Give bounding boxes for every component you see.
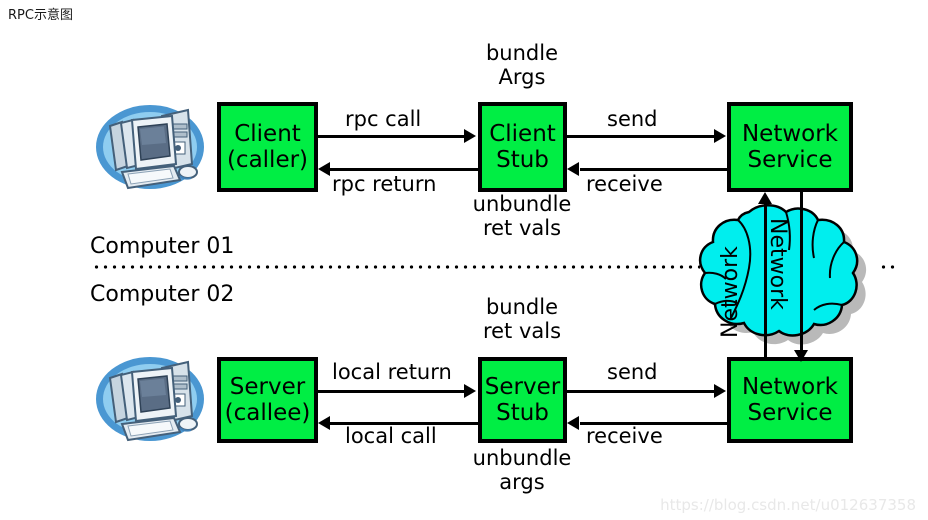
receive-top-label: receive bbox=[586, 172, 663, 196]
network-service-top-line1: Network bbox=[741, 120, 839, 147]
bundle-args-line1: bundle bbox=[485, 41, 559, 65]
page-title: RPC示意图 bbox=[8, 8, 73, 23]
network-down-arrow-head bbox=[794, 350, 808, 362]
server-stub-line2: Stub bbox=[496, 400, 549, 426]
rpc-return-arrow-line bbox=[330, 168, 478, 171]
network-down-arrow-line bbox=[800, 192, 803, 352]
rpc-call-arrow-line bbox=[318, 135, 466, 138]
send-bottom-arrow-head bbox=[714, 384, 726, 398]
send-bottom-label: send bbox=[607, 360, 658, 384]
bundle-args-label: bundle Args bbox=[467, 41, 577, 89]
rpc-diagram-canvas: RPC示意图 Client (caller) rpc call rpc retu… bbox=[0, 0, 928, 520]
unbundle-args-line2: args bbox=[499, 469, 545, 494]
bundle-retvals-label: bundle ret vals bbox=[459, 295, 585, 343]
bundle-retvals-line2: ret vals bbox=[482, 318, 562, 343]
server-box-line2: (callee) bbox=[224, 400, 311, 426]
receive-top-arrow-head bbox=[567, 162, 579, 176]
bundle-args-line2: Args bbox=[498, 64, 546, 89]
network-service-bottom-line2: Service bbox=[747, 400, 833, 426]
send-top-arrow-line bbox=[567, 135, 715, 138]
network-service-top-line2: Service bbox=[747, 147, 833, 173]
desktop-computer-icon bbox=[88, 98, 206, 194]
computer-02-label: Computer 02 bbox=[90, 282, 235, 307]
local-return-arrow-line bbox=[318, 390, 466, 393]
unbundle-retvals-line1: unbundle bbox=[472, 192, 572, 216]
server-box-line1: Server bbox=[229, 373, 306, 400]
network-down-label: Network bbox=[765, 218, 790, 310]
receive-top-arrow-line bbox=[580, 168, 727, 171]
server-stub-line1: Server bbox=[484, 373, 561, 400]
local-call-label: local call bbox=[345, 424, 437, 448]
client-stub-box[interactable]: Client Stub bbox=[478, 102, 567, 192]
computer-01-label: Computer 01 bbox=[90, 234, 235, 259]
local-call-arrow-head bbox=[318, 416, 330, 430]
network-service-top-box[interactable]: Network Service bbox=[727, 102, 853, 192]
watermark: https://blog.csdn.net/u012637358 bbox=[660, 496, 916, 514]
local-return-arrow-head bbox=[464, 384, 476, 398]
rpc-return-label: rpc return bbox=[332, 172, 437, 196]
server-box[interactable]: Server (callee) bbox=[217, 357, 318, 443]
client-stub-line2: Stub bbox=[496, 147, 549, 173]
send-bottom-arrow-line bbox=[567, 390, 715, 393]
bundle-retvals-line1: bundle bbox=[485, 295, 559, 319]
server-stub-box[interactable]: Server Stub bbox=[478, 357, 567, 443]
receive-bottom-arrow-head bbox=[567, 416, 579, 430]
receive-bottom-label: receive bbox=[586, 424, 663, 448]
computer-divider-left bbox=[92, 265, 700, 269]
local-return-label: local return bbox=[332, 360, 452, 384]
unbundle-args-label: unbundle args bbox=[459, 446, 585, 494]
network-up-arrow-head bbox=[758, 192, 772, 204]
client-box[interactable]: Client (caller) bbox=[217, 102, 318, 192]
rpc-call-label: rpc call bbox=[345, 107, 422, 131]
send-top-label: send bbox=[607, 107, 658, 131]
network-up-label: Network bbox=[718, 246, 743, 338]
desktop-computer-icon bbox=[88, 350, 206, 446]
network-service-bottom-line1: Network bbox=[741, 373, 839, 400]
unbundle-args-line1: unbundle bbox=[472, 446, 572, 470]
rpc-call-arrow-head bbox=[464, 129, 476, 143]
unbundle-retvals-label: unbundle ret vals bbox=[459, 192, 585, 240]
send-top-arrow-head bbox=[714, 129, 726, 143]
client-box-line1: Client bbox=[234, 120, 301, 147]
client-stub-line1: Client bbox=[489, 120, 556, 147]
unbundle-retvals-line2: ret vals bbox=[482, 215, 562, 240]
client-box-line2: (caller) bbox=[226, 147, 309, 173]
rpc-return-arrow-head bbox=[318, 162, 330, 176]
network-service-bottom-box[interactable]: Network Service bbox=[727, 357, 853, 443]
